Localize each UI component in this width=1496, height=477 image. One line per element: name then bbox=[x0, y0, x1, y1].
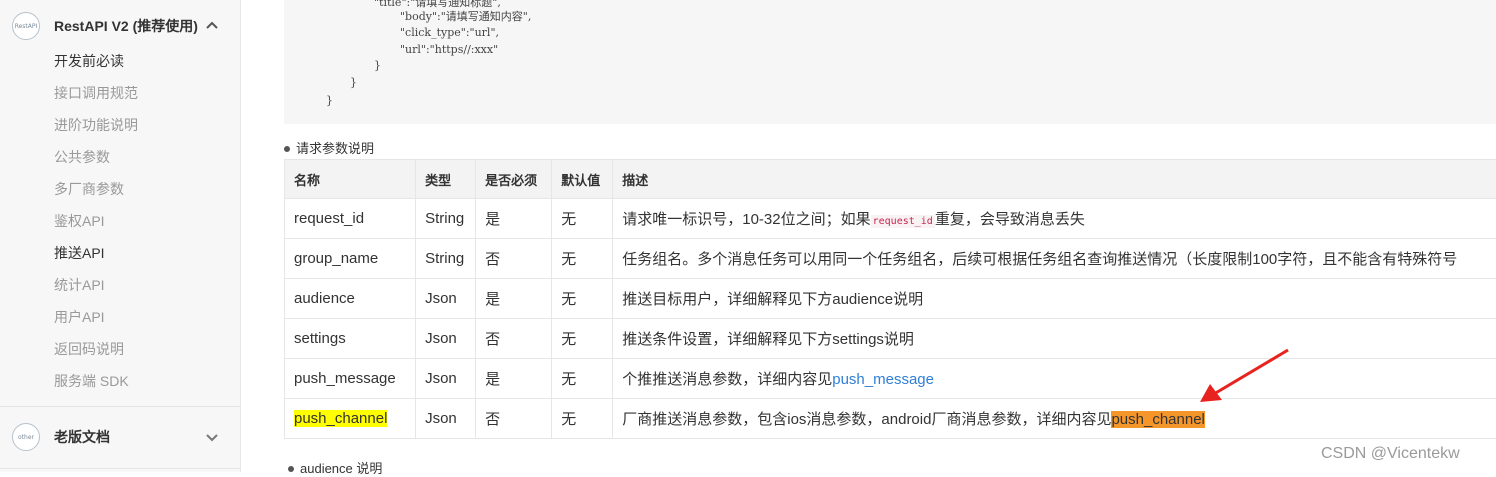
main-content: "title":"请填写通知标题", "body":"请填写通知内容", "cl… bbox=[258, 0, 1496, 472]
cell-description: 厂商推送消息参数，包含ios消息参数，android厂商消息参数，详细内容见pu… bbox=[613, 399, 1496, 439]
section-title-legacy: 老版文档 bbox=[54, 427, 110, 447]
sidebar-item-vendor-params[interactable]: 多厂商参数 bbox=[54, 179, 124, 199]
cell-description: 个推推送消息参数，详细内容见push_message bbox=[613, 359, 1496, 399]
cell-type: Json bbox=[416, 279, 476, 319]
desc-text: 请求唯一标识号，10-32位之间；如果 bbox=[622, 211, 870, 228]
desc-text: 个推推送消息参数，详细内容见 bbox=[622, 371, 832, 388]
cell-default: 无 bbox=[552, 199, 613, 239]
chevron-up-icon[interactable] bbox=[204, 18, 220, 34]
section-legacy-docs[interactable]: other 老版文档 bbox=[0, 415, 240, 459]
sidebar-item-common-params[interactable]: 公共参数 bbox=[54, 147, 110, 167]
section-restapi-v2[interactable]: RestAPI RestAPI V2 (推荐使用) bbox=[0, 4, 240, 48]
cell-name: group_name bbox=[285, 239, 416, 279]
table-row: push_channel Json 否 无 厂商推送消息参数，包含ios消息参数… bbox=[285, 399, 1496, 439]
desc-text: 厂商推送消息参数，包含ios消息参数，android厂商消息参数，详细内容见 bbox=[622, 411, 1111, 428]
code-line: "url":"https//:xxx" bbox=[400, 43, 498, 56]
red-arrow-annotation bbox=[1196, 346, 1296, 406]
cell-description: 任务组名。多个消息任务可以用同一个任务组名，后续可根据任务组名查询推送情况（长度… bbox=[613, 239, 1496, 279]
header-required: 是否必须 bbox=[476, 160, 552, 199]
next-section-title: audience 说明 bbox=[288, 458, 382, 477]
header-type: 类型 bbox=[416, 160, 476, 199]
sidebar-divider-bottom bbox=[0, 468, 240, 469]
bullet-icon bbox=[288, 466, 294, 472]
inline-code: request_id bbox=[871, 215, 935, 228]
cell-name: request_id bbox=[285, 199, 416, 239]
push-message-link[interactable]: push_message bbox=[832, 371, 934, 388]
cell-type: Json bbox=[416, 399, 476, 439]
cell-type: String bbox=[416, 239, 476, 279]
sidebar-item-stats-api[interactable]: 统计API bbox=[54, 275, 105, 295]
sidebar-item-advanced[interactable]: 进阶功能说明 bbox=[54, 115, 138, 135]
code-block: "title":"请填写通知标题", "body":"请填写通知内容", "cl… bbox=[284, 0, 1496, 124]
bullet-icon bbox=[284, 146, 290, 152]
cell-name: audience bbox=[285, 279, 416, 319]
cell-default: 无 bbox=[552, 279, 613, 319]
sidebar-item-return-codes[interactable]: 返回码说明 bbox=[54, 339, 124, 359]
push-channel-link[interactable]: push_channel bbox=[1111, 411, 1204, 428]
cell-name: push_message bbox=[285, 359, 416, 399]
sidebar-item-api-spec[interactable]: 接口调用规范 bbox=[54, 83, 138, 103]
cell-description: 请求唯一标识号，10-32位之间；如果request_id重复，会导致消息丢失 bbox=[613, 199, 1496, 239]
sidebar: RestAPI RestAPI V2 (推荐使用) 开发前必读 接口调用规范 进… bbox=[0, 0, 241, 472]
params-table: 名称 类型 是否必须 默认值 描述 request_id String 是 无 … bbox=[284, 159, 1496, 439]
cell-default: 无 bbox=[552, 239, 613, 279]
sidebar-item-auth-api[interactable]: 鉴权API bbox=[54, 211, 105, 231]
table-row: request_id String 是 无 请求唯一标识号，10-32位之间；如… bbox=[285, 199, 1496, 239]
sidebar-item-user-api[interactable]: 用户API bbox=[54, 307, 105, 327]
sidebar-divider bbox=[0, 406, 240, 407]
header-description: 描述 bbox=[613, 160, 1496, 199]
cell-type: Json bbox=[416, 359, 476, 399]
cell-name: push_channel bbox=[285, 399, 416, 439]
code-line: } bbox=[374, 59, 381, 72]
header-default: 默认值 bbox=[552, 160, 613, 199]
sidebar-item-server-sdk[interactable]: 服务端 SDK bbox=[54, 371, 129, 391]
cell-description: 推送目标用户，详细解释见下方audience说明 bbox=[613, 279, 1496, 319]
restapi-logo-icon: RestAPI bbox=[12, 12, 40, 40]
chevron-down-icon[interactable] bbox=[204, 429, 220, 445]
sidebar-item-push-api[interactable]: 推送API bbox=[54, 243, 105, 263]
cell-type: String bbox=[416, 199, 476, 239]
cell-required: 否 bbox=[476, 239, 552, 279]
table-row: audience Json 是 无 推送目标用户，详细解释见下方audience… bbox=[285, 279, 1496, 319]
cell-required: 否 bbox=[476, 319, 552, 359]
table-row: group_name String 否 无 任务组名。多个消息任务可以用同一个任… bbox=[285, 239, 1496, 279]
table-header-row: 名称 类型 是否必须 默认值 描述 bbox=[285, 160, 1496, 199]
section-title-request-params: 请求参数说明 bbox=[284, 138, 374, 157]
cell-default: 无 bbox=[552, 319, 613, 359]
desc-text: 重复，会导致消息丢失 bbox=[935, 211, 1085, 228]
other-logo-icon: other bbox=[12, 423, 40, 451]
cell-type: Json bbox=[416, 319, 476, 359]
highlighted-name: push_channel bbox=[294, 410, 387, 427]
code-line: "body":"请填写通知内容", bbox=[400, 8, 531, 24]
watermark: CSDN @Vicentekw bbox=[1321, 445, 1460, 463]
next-section-text: audience 说明 bbox=[300, 461, 382, 476]
table-row: settings Json 否 无 推送条件设置，详细解释见下方settings… bbox=[285, 319, 1496, 359]
section-title-text: 请求参数说明 bbox=[296, 141, 374, 156]
cell-default: 无 bbox=[552, 359, 613, 399]
code-line: "click_type":"url", bbox=[400, 26, 499, 39]
code-line: } bbox=[350, 76, 357, 89]
code-line: } bbox=[326, 94, 333, 107]
header-name: 名称 bbox=[285, 160, 416, 199]
cell-required: 否 bbox=[476, 399, 552, 439]
cell-required: 是 bbox=[476, 359, 552, 399]
cell-required: 是 bbox=[476, 199, 552, 239]
cell-description: 推送条件设置，详细解释见下方settings说明 bbox=[613, 319, 1496, 359]
sidebar-item-dev-guide[interactable]: 开发前必读 bbox=[54, 51, 124, 71]
cell-name: settings bbox=[285, 319, 416, 359]
section-title-restapi: RestAPI V2 (推荐使用) bbox=[54, 16, 198, 36]
table-row: push_message Json 是 无 个推推送消息参数，详细内容见push… bbox=[285, 359, 1496, 399]
cell-required: 是 bbox=[476, 279, 552, 319]
cell-default: 无 bbox=[552, 399, 613, 439]
